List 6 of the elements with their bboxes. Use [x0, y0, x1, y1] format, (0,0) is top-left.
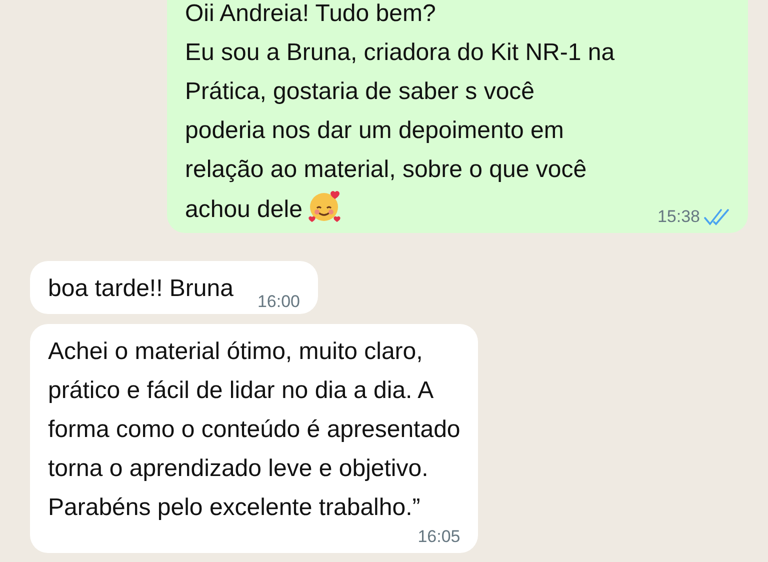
message-text: boa tarde!! Bruna [48, 274, 234, 304]
message-time: 15:38 [657, 207, 700, 227]
message-time: 16:05 [418, 527, 460, 547]
message-time: 16:00 [257, 292, 300, 312]
message-text: achou dele [185, 196, 302, 223]
message-text: Achei o material ótimo, muito claro, prático e fácil de lidar no dia a dia. A forma como o conteúdo é apresentado torna o aprendizado leve e objetivo. Parabéns pelo excelente trabalho.” [48, 337, 460, 523]
